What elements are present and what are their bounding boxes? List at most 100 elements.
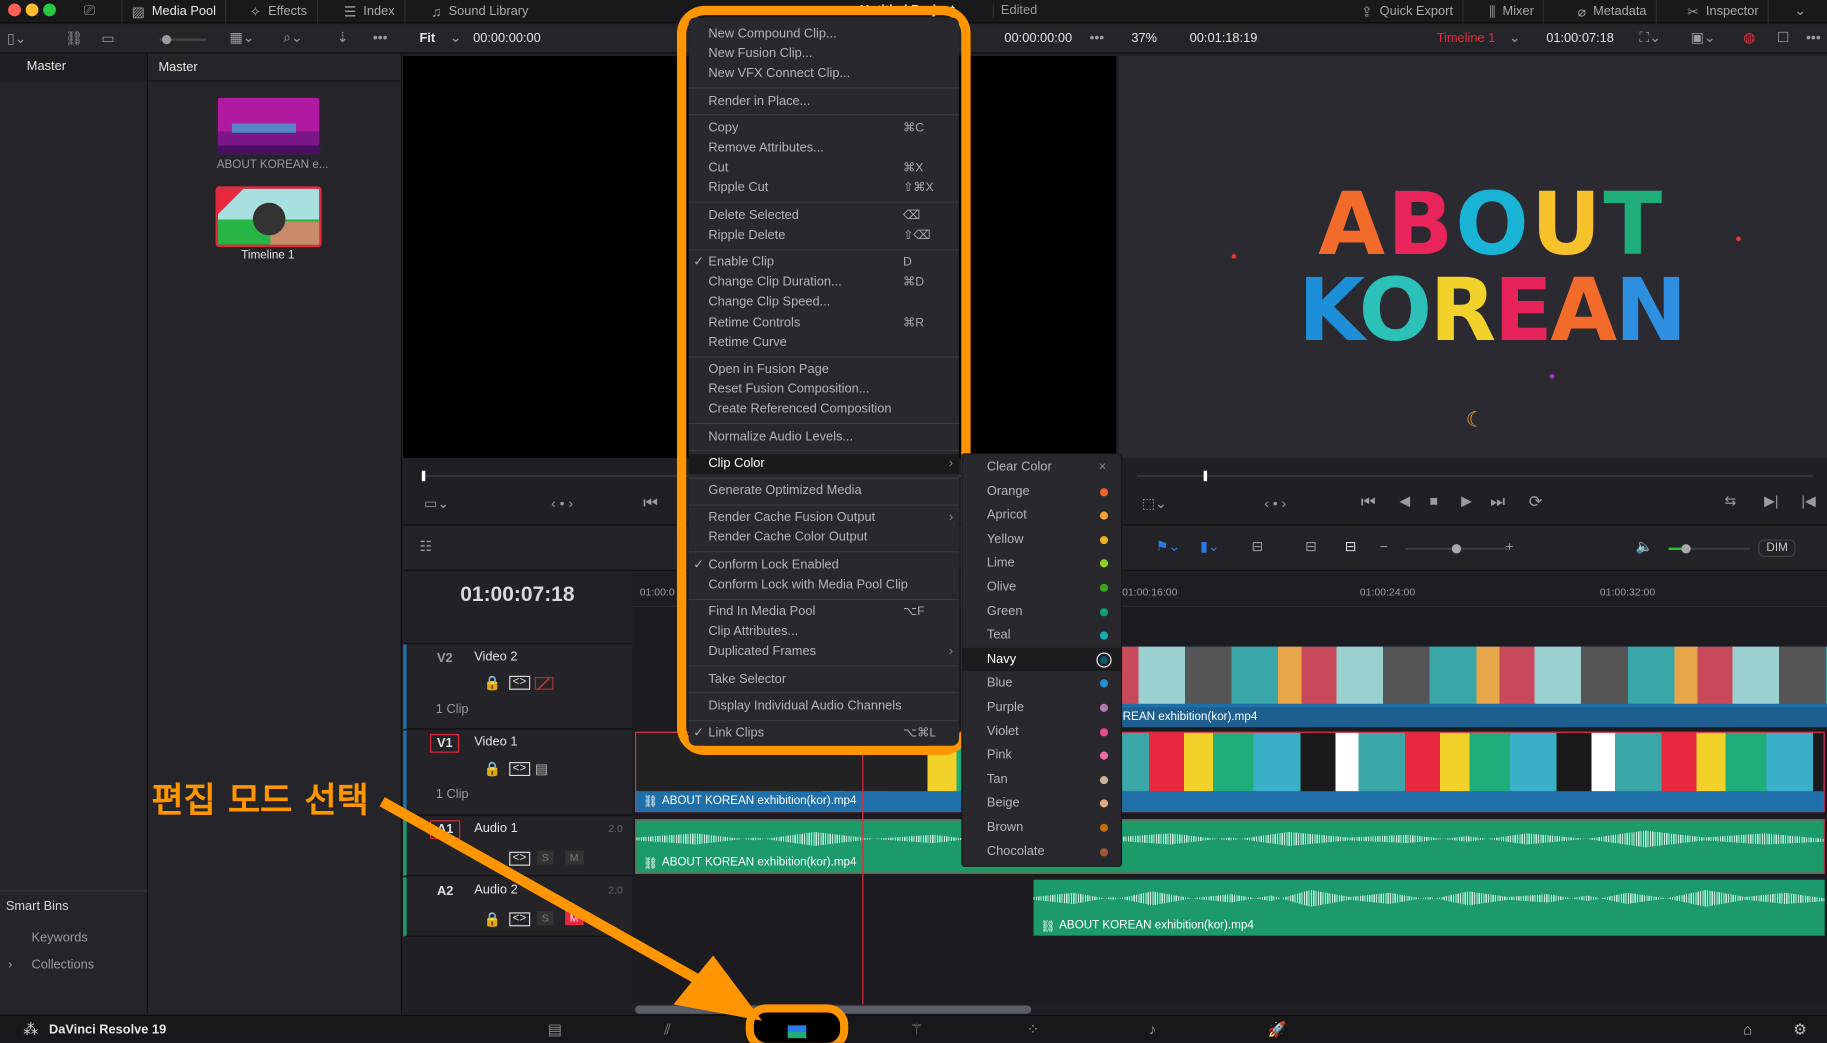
menu-item-ripple-cut[interactable]: Ripple Cut ⇧⌘X — [689, 179, 959, 199]
menu-item-shortcut: ⌥F — [903, 604, 925, 619]
color-option-navy[interactable]: Navy — [962, 647, 1121, 672]
color-option-tan[interactable]: Tan — [962, 768, 1120, 792]
menu-item-label: Render Cache Color Output — [708, 530, 868, 545]
color-option-brown[interactable]: Brown — [962, 816, 1120, 840]
color-swatch-icon — [1099, 559, 1109, 568]
color-option-label: Beige — [986, 796, 1020, 811]
color-option-yellow[interactable]: Yellow — [962, 528, 1120, 552]
menu-item-remove-attributes[interactable]: Remove Attributes... — [689, 139, 959, 159]
menu-item-shortcut: ⌫ — [903, 208, 921, 223]
menu-item-find-in-media-pool[interactable]: Find In Media Pool ⌥F — [689, 602, 959, 622]
color-swatch-icon — [1099, 775, 1109, 784]
menu-item-render-cache-fusion-output[interactable]: Render Cache Fusion Output › — [689, 508, 959, 528]
menu-separator — [688, 248, 959, 250]
menu-item-create-referenced-composition[interactable]: Create Referenced Composition — [689, 400, 959, 420]
menu-separator — [688, 87, 959, 89]
menu-item-shortcut: ⇧⌘X — [903, 181, 934, 196]
menu-separator — [688, 450, 959, 452]
menu-item-conform-lock-with-media-pool-clip[interactable]: Conform Lock with Media Pool Clip — [689, 575, 959, 595]
color-swatch-icon — [1099, 487, 1109, 496]
color-option-olive[interactable]: Olive — [962, 576, 1120, 600]
color-option-label: Olive — [986, 580, 1017, 595]
color-option-label: Chocolate — [986, 844, 1045, 859]
menu-item-open-in-fusion-page[interactable]: Open in Fusion Page — [689, 360, 959, 380]
menu-item-normalize-audio-levels[interactable]: Normalize Audio Levels... — [689, 427, 959, 447]
color-swatch-icon — [1099, 535, 1109, 544]
menu-separator — [688, 598, 959, 600]
menu-item-label: Render in Place... — [708, 93, 811, 108]
color-option-label: Lime — [986, 556, 1015, 571]
menu-item-cut[interactable]: Cut ⌘X — [689, 159, 959, 179]
menu-item-label: Reset Fusion Composition... — [708, 382, 870, 397]
color-option-clear-color[interactable]: Clear Color × — [962, 456, 1120, 480]
menu-item-label: Display Individual Audio Channels — [708, 698, 902, 713]
menu-item-copy[interactable]: Copy ⌘C — [689, 119, 959, 139]
menu-item-duplicated-frames[interactable]: Duplicated Frames › — [689, 642, 959, 662]
menu-item-render-in-place[interactable]: Render in Place... — [689, 92, 959, 112]
menu-item-label: Normalize Audio Levels... — [708, 429, 854, 444]
menu-item-label: Cut — [708, 161, 729, 175]
menu-item-label: Duplicated Frames — [708, 644, 817, 659]
color-option-pink[interactable]: Pink — [962, 744, 1120, 768]
color-option-orange[interactable]: Orange — [962, 480, 1120, 504]
menu-item-shortcut: ⌘D — [903, 275, 925, 290]
color-option-label: Brown — [986, 820, 1024, 835]
color-option-apricot[interactable]: Apricot — [962, 504, 1120, 528]
menu-item-new-vfx-connect-clip[interactable]: New VFX Connect Clip... — [689, 65, 959, 85]
menu-item-generate-optimized-media[interactable]: Generate Optimized Media — [689, 481, 959, 501]
menu-item-retime-curve[interactable]: Retime Curve — [689, 333, 959, 353]
color-option-label: Purple — [986, 700, 1024, 715]
menu-item-enable-clip[interactable]: ✓ Enable Clip D — [689, 253, 959, 273]
color-option-purple[interactable]: Purple — [962, 696, 1120, 720]
checkmark-icon: ✓ — [693, 557, 705, 572]
menu-item-new-compound-clip[interactable]: New Compound Clip... — [689, 24, 959, 44]
color-option-beige[interactable]: Beige — [962, 792, 1120, 816]
menu-separator — [688, 423, 959, 425]
color-swatch-icon — [1099, 847, 1109, 856]
menu-item-new-fusion-clip[interactable]: New Fusion Clip... — [689, 44, 959, 64]
color-option-chocolate[interactable]: Chocolate — [962, 840, 1120, 864]
menu-item-label: Clip Attributes... — [708, 624, 799, 639]
color-swatch-icon — [1099, 583, 1109, 592]
color-option-teal[interactable]: Teal — [962, 624, 1120, 648]
color-option-violet[interactable]: Violet — [962, 720, 1120, 744]
menu-item-retime-controls[interactable]: Retime Controls ⌘R — [689, 313, 959, 333]
chevron-right-icon: › — [948, 456, 954, 471]
color-swatch-icon — [1099, 679, 1109, 688]
menu-item-render-cache-color-output[interactable]: Render Cache Color Output — [689, 528, 959, 548]
clip-context-menu: New Compound Clip... New Fusion Clip... Ne… — [688, 17, 959, 746]
menu-item-label: New Fusion Clip... — [708, 46, 813, 61]
menu-item-label: Take Selector — [708, 671, 787, 686]
arrow-shaft — [379, 797, 716, 993]
menu-item-label: Create Referenced Composition — [708, 402, 892, 417]
arrow-head — [673, 955, 763, 1021]
menu-item-reset-fusion-composition[interactable]: Reset Fusion Composition... — [689, 380, 959, 400]
menu-item-label: Change Clip Speed... — [708, 295, 831, 310]
menu-item-display-individual-audio-channels[interactable]: Display Individual Audio Channels — [689, 697, 959, 717]
menu-item-delete-selected[interactable]: Delete Selected ⌫ — [689, 206, 959, 226]
menu-item-label: Clip Color — [708, 456, 765, 471]
color-swatch-icon — [1099, 727, 1109, 736]
menu-item-change-clip-duration[interactable]: Change Clip Duration... ⌘D — [689, 273, 959, 293]
menu-item-take-selector[interactable]: Take Selector — [689, 670, 959, 690]
color-option-label: Clear Color — [986, 460, 1052, 475]
menu-item-link-clips[interactable]: ✓ Link Clips ⌥⌘L — [689, 724, 959, 744]
color-option-label: Teal — [986, 628, 1011, 643]
menu-separator — [688, 719, 959, 721]
color-swatch-icon — [1099, 751, 1109, 760]
menu-item-ripple-delete[interactable]: Ripple Delete ⇧⌫ — [689, 226, 959, 246]
color-swatch-icon — [1099, 511, 1109, 520]
color-option-lime[interactable]: Lime — [962, 552, 1120, 576]
menu-item-clip-attributes[interactable]: Clip Attributes... — [689, 622, 959, 642]
color-option-green[interactable]: Green — [962, 600, 1120, 624]
chevron-right-icon: › — [948, 510, 954, 525]
menu-item-conform-lock-enabled[interactable]: ✓ Conform Lock Enabled — [689, 555, 959, 575]
color-option-label: Violet — [986, 724, 1019, 739]
menu-separator — [688, 504, 959, 506]
menu-item-label: Delete Selected — [708, 208, 799, 223]
menu-item-clip-color[interactable]: Clip Color › — [688, 454, 959, 474]
menu-item-label: Conform Lock Enabled — [708, 557, 839, 572]
color-option-blue[interactable]: Blue — [962, 672, 1120, 696]
color-option-label: Yellow — [986, 532, 1024, 547]
menu-item-change-clip-speed[interactable]: Change Clip Speed... — [689, 293, 959, 313]
